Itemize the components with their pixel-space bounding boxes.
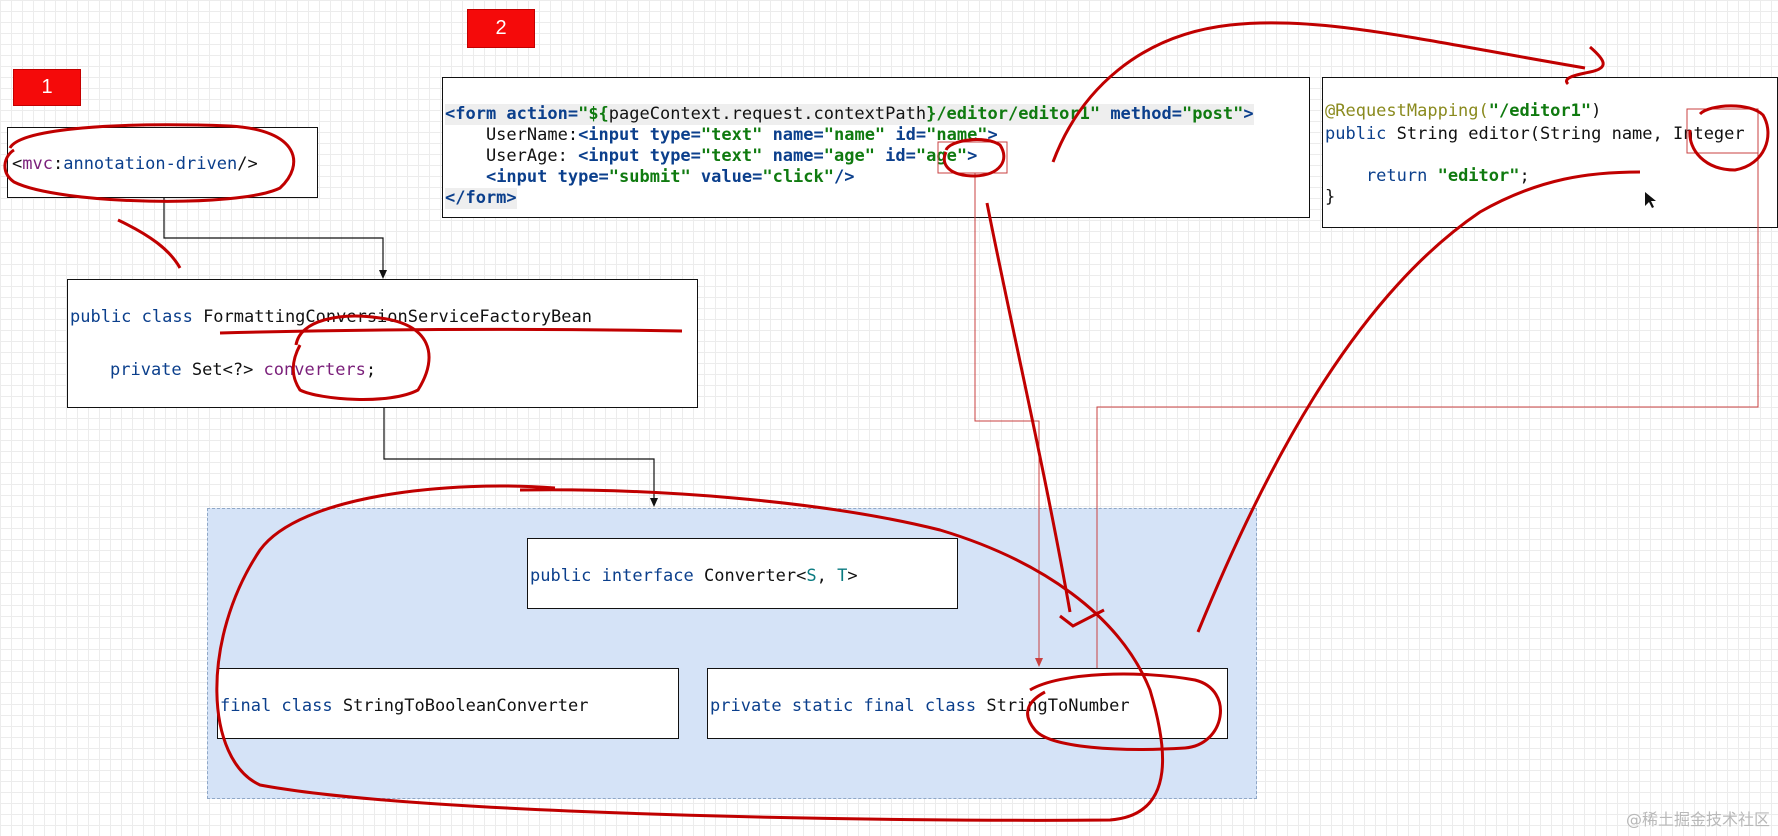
connector-integer-to-number: [1096, 153, 1759, 668]
arrow-form-to-controller: [1051, 21, 1586, 163]
circle-age-value: [942, 138, 1006, 178]
mouse-pointer-icon: [1645, 192, 1656, 208]
integer-highlight-box: [1686, 108, 1759, 154]
circle-converters-region: [215, 484, 1165, 822]
watermark: @稀土掘金技术社区: [1625, 810, 1770, 829]
arrowhead-mvc-to-factory: [379, 270, 387, 279]
underline-factory-name: [219, 327, 683, 335]
arrowhead-age-to-number: [1035, 658, 1043, 667]
arrow-number-to-controller: [1196, 170, 1641, 633]
arrowhead-factory-to-region: [650, 498, 658, 507]
circle-mvc-tag: [3, 123, 296, 203]
annotation-overlay: [3, 21, 1770, 822]
circle-string-to-number: [1026, 672, 1222, 751]
circle-integer-param: [1688, 104, 1770, 172]
connector-mvc-to-factory: [163, 198, 384, 277]
stroke-mvc-to-factory: [117, 218, 182, 269]
connector-age-to-number: [974, 173, 1040, 664]
